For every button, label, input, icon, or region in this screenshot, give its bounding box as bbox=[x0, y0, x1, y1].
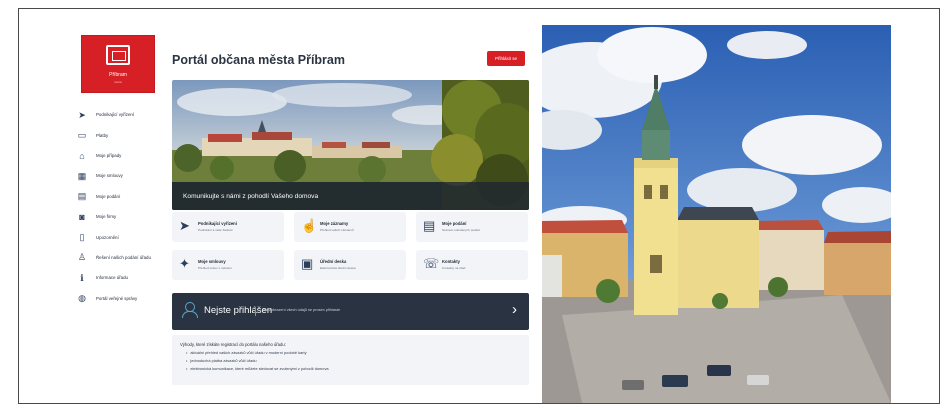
login-prompt-bar[interactable]: Nejste přihlášen Pro zobrazení všech úda… bbox=[172, 293, 529, 330]
phone-icon: ▯ bbox=[79, 232, 85, 243]
quick-link-title: Moje smlouvy bbox=[198, 259, 226, 264]
quick-link-card[interactable]: ☏ Kontakty Kontakty na úřad bbox=[416, 250, 528, 280]
portal-frame: Příbram město ➤ Podnikající vyřízení ▭ Plat… bbox=[18, 8, 940, 404]
town-square-photo bbox=[542, 25, 891, 403]
benefits-item: aktuální přehled vašich závazků vůči úřa… bbox=[186, 350, 529, 355]
handshake-icon: ✦ bbox=[179, 256, 190, 271]
quick-link-subtitle: Podnikání a vaše žádosti bbox=[198, 228, 233, 232]
user-icon bbox=[182, 302, 198, 318]
city-crest-icon bbox=[106, 45, 130, 65]
quick-link-card[interactable]: ✦ Moje smlouvy Přehled smluv s městem bbox=[172, 250, 284, 280]
sidebar-item[interactable]: ➤ Podnikající vyřízení bbox=[75, 105, 171, 125]
quick-link-title: Úřední deska bbox=[320, 259, 347, 264]
sidebar-item-label: Moje firmy bbox=[96, 214, 117, 220]
contacts-icon: ☏ bbox=[423, 256, 440, 271]
sidebar-item[interactable]: ▤ Moje podání bbox=[75, 187, 171, 207]
globe-icon: ◍ bbox=[78, 293, 86, 304]
person-icon: ♙ bbox=[77, 252, 87, 263]
sidebar-item-label: Upozornění bbox=[96, 234, 119, 240]
calendar-icon: ▦ bbox=[77, 170, 87, 181]
sidebar-item-label: Platby bbox=[96, 132, 109, 138]
chevron-right-icon[interactable]: › bbox=[512, 301, 517, 318]
logo-city-subtitle: město bbox=[113, 80, 123, 84]
document-icon: ▤ bbox=[423, 218, 436, 233]
quick-link-subtitle: Přehled vašich záznamů bbox=[320, 228, 354, 232]
house-icon: ⌂ bbox=[79, 150, 85, 161]
quick-link-card[interactable]: ▣ Úřední deska Elektronická úřední deska bbox=[294, 250, 406, 280]
logo-city-name: Příbram bbox=[109, 72, 127, 78]
wallet-icon: ▭ bbox=[77, 130, 87, 141]
quick-link-title: Moje záznamy bbox=[320, 221, 349, 226]
signin-button[interactable]: Přihlásit se bbox=[487, 51, 525, 66]
quick-link-subtitle: Elektronická úřední deska bbox=[320, 266, 356, 270]
quick-link-card[interactable]: ☝ Moje záznamy Přehled vašich záznamů bbox=[294, 212, 406, 242]
hand-icon: ☝ bbox=[301, 218, 318, 233]
board-icon: ▣ bbox=[301, 256, 314, 271]
city-logo[interactable]: Příbram město bbox=[81, 35, 155, 93]
paper-plane-icon: ➤ bbox=[179, 218, 190, 233]
sidebar-item[interactable]: ▯ Upozornění bbox=[75, 227, 171, 247]
benefits-box: Výhody, které získáte registrací do port… bbox=[172, 335, 529, 385]
sidebar-item-label: Moje podání bbox=[96, 193, 121, 199]
quick-link-title: Moje podání bbox=[442, 221, 467, 226]
sidebar-item[interactable]: ⌂ Moje případy bbox=[75, 146, 171, 166]
document-icon: ▤ bbox=[77, 191, 87, 202]
sidebar-item[interactable]: ℹ Informace úřadu bbox=[75, 268, 171, 288]
sidebar-item[interactable]: ◍ Portál veřejné správy bbox=[75, 289, 171, 309]
benefits-heading: Výhody, které získáte registrací do port… bbox=[180, 342, 286, 347]
benefits-item: elektronická komunikace, které můžete sl… bbox=[186, 366, 529, 371]
sidebar-item-label: Portál veřejné správy bbox=[96, 295, 138, 301]
quick-link-card[interactable]: ➤ Podnikající vyřízení Podnikání a vaše žá… bbox=[172, 212, 284, 242]
sidebar-item[interactable]: ▭ Platby bbox=[75, 125, 171, 145]
quick-link-title: Podnikající vyřízení bbox=[198, 221, 237, 226]
sidebar-nav: ➤ Podnikající vyřízení ▭ Platby ⌂ Moje případ… bbox=[75, 105, 171, 309]
page-title: Portál občana města Příbram bbox=[172, 53, 345, 67]
quick-link-subtitle: Přehled smluv s městem bbox=[198, 266, 232, 270]
sidebar-item[interactable]: ◙ Moje firmy bbox=[75, 207, 171, 227]
sidebar-item[interactable]: ♙ Řešení našich podání úřadu bbox=[75, 248, 171, 268]
sidebar-item-label: Moje smlouvy bbox=[96, 173, 123, 179]
sidebar-item-label: Moje případy bbox=[96, 152, 122, 158]
sidebar-item[interactable]: ▦ Moje smlouvy bbox=[75, 166, 171, 186]
quick-link-title: Kontakty bbox=[442, 259, 460, 264]
quick-link-subtitle: Seznam odeslaných podání bbox=[442, 228, 481, 232]
car-icon: ◙ bbox=[79, 212, 85, 223]
hero-banner: Komunikujte s námi z pohodlí Vašeho domo… bbox=[172, 80, 529, 210]
church-photo-image bbox=[542, 25, 891, 403]
login-prompt-subtitle: Pro zobrazení všech údajů se prosím přih… bbox=[262, 308, 341, 312]
sidebar-item-label: Informace úřadu bbox=[96, 275, 128, 281]
sidebar-item-label: Řešení našich podání úřadu bbox=[96, 254, 151, 260]
login-prompt-divider bbox=[255, 307, 256, 316]
benefits-item: jednoduchá platba závazků vůči úřadu bbox=[186, 358, 529, 363]
quick-link-subtitle: Kontakty na úřad bbox=[442, 266, 466, 270]
quick-link-card[interactable]: ▤ Moje podání Seznam odeslaných podání bbox=[416, 212, 528, 242]
info-icon: ℹ bbox=[80, 272, 84, 283]
hero-caption: Komunikujte s námi z pohodlí Vašeho domo… bbox=[183, 193, 319, 200]
sidebar-item-label: Podnikající vyřízení bbox=[96, 112, 135, 118]
paper-plane-icon: ➤ bbox=[78, 109, 86, 120]
